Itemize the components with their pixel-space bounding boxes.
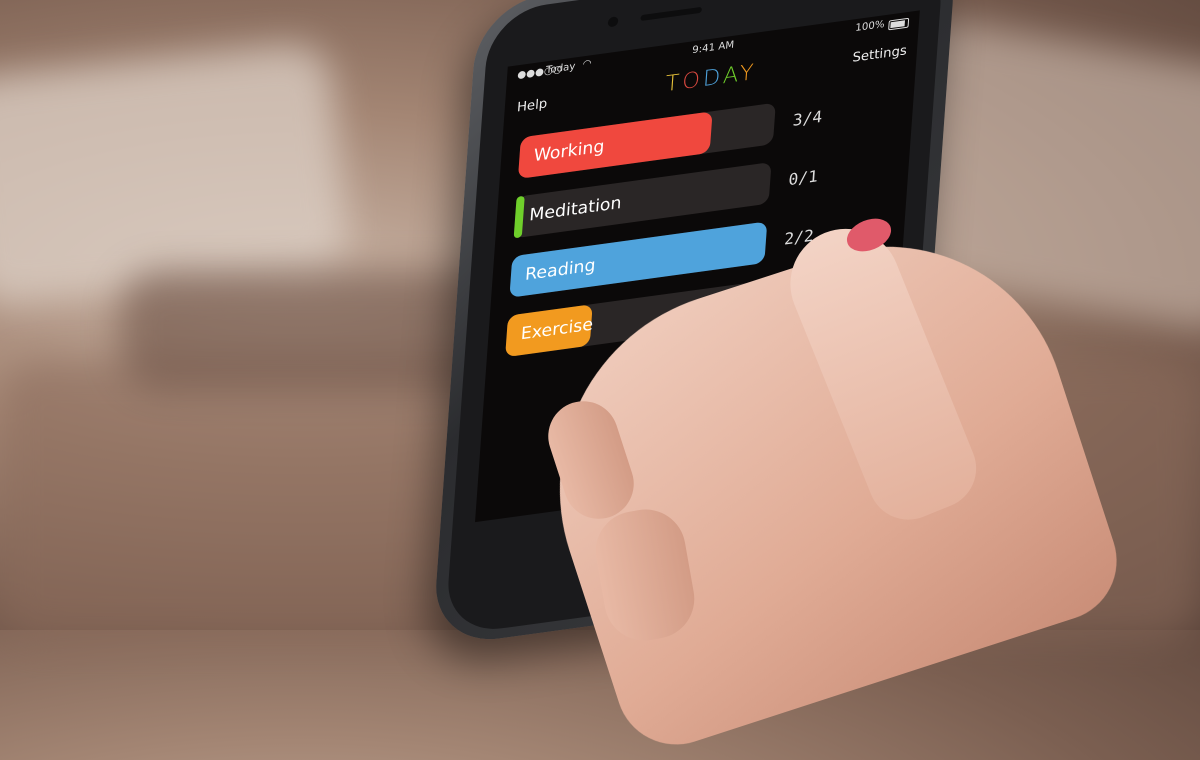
task-count: 0/1 (787, 166, 819, 190)
app-title-letter: O (681, 67, 704, 95)
battery-percent: 100% (854, 19, 885, 34)
task-count: 3/4 (792, 106, 823, 130)
task-progress-fill (513, 195, 525, 239)
front-camera-icon (607, 16, 619, 28)
app-title-letter: D (702, 64, 724, 93)
blurred-chair-left (0, 40, 351, 310)
battery-icon (888, 17, 910, 31)
earpiece-speaker (640, 6, 702, 22)
app-title-letter: T (664, 70, 684, 98)
app-title-letter: Y (738, 60, 758, 88)
